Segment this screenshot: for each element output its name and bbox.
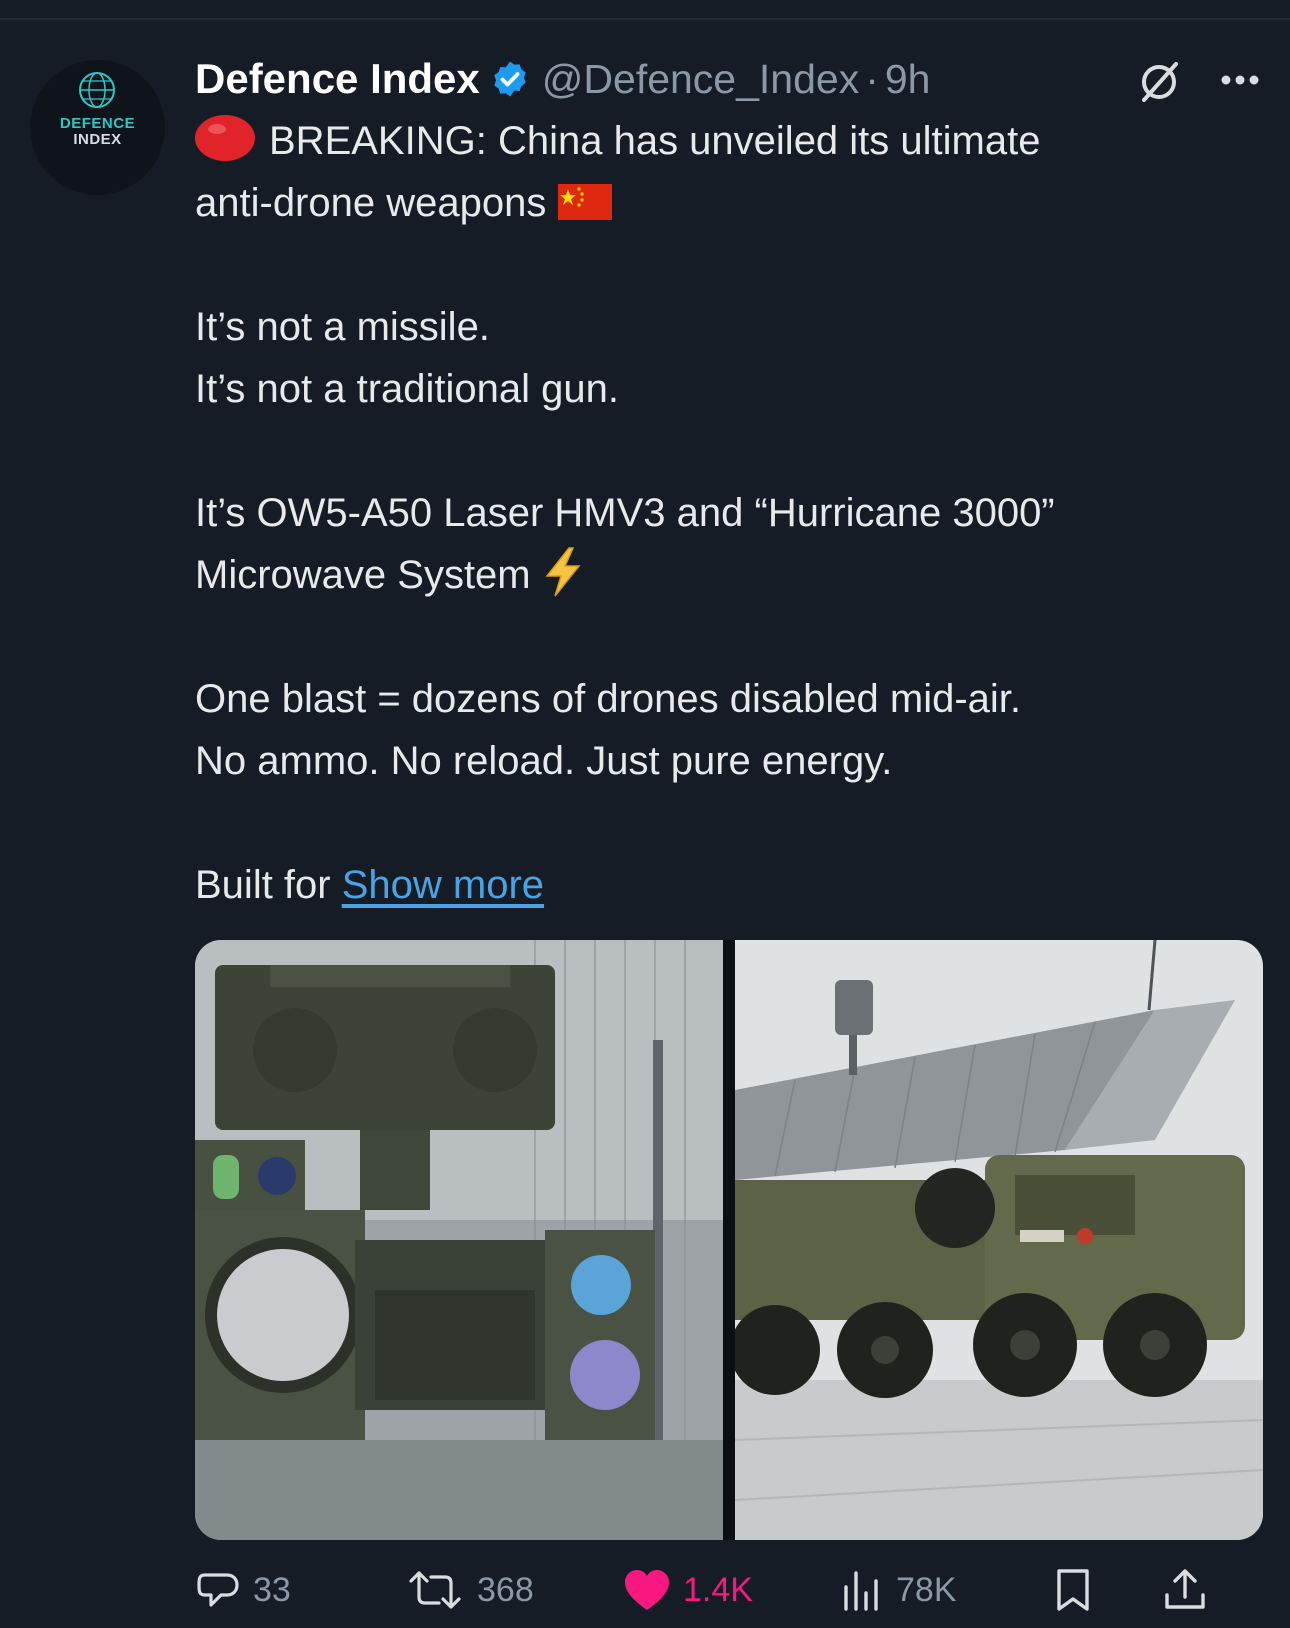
top-divider <box>0 18 1290 20</box>
post-timestamp[interactable]: 9h <box>885 56 931 103</box>
built-for-text: Built for <box>195 863 331 907</box>
views-chart-icon <box>844 1571 878 1611</box>
reply-button[interactable]: 33 <box>195 1560 291 1620</box>
verified-badge-icon <box>494 61 526 97</box>
views-button[interactable]: 78K <box>840 1560 957 1620</box>
show-more-link[interactable]: Show more <box>342 863 544 907</box>
share-icon <box>1165 1569 1205 1609</box>
bookmark-button[interactable] <box>1053 1560 1105 1620</box>
avatar[interactable]: DEFENCE INDEX <box>30 60 165 195</box>
reply-icon <box>197 1573 239 1607</box>
tweet-header: Defence Index @Defence_Index · 9h <box>195 50 930 108</box>
media-grid <box>195 940 1263 1540</box>
action-bar: 33 368 1.4K 78K <box>195 1560 1270 1620</box>
text-line-4: It’s not a traditional gun. <box>195 367 619 411</box>
views-count: 78K <box>896 1570 957 1609</box>
author-handle[interactable]: @Defence_Index <box>542 56 859 103</box>
repost-count: 368 <box>477 1570 534 1609</box>
like-button[interactable]: 1.4K <box>623 1560 753 1620</box>
breaking-line: BREAKING: China has unveiled its ultimat… <box>269 119 1041 163</box>
microwave-line: Microwave System <box>195 553 531 597</box>
post-text: BREAKING: China has unveiled its ultimat… <box>195 110 1265 916</box>
high-voltage-emoji-icon <box>545 547 581 597</box>
like-count: 1.4K <box>683 1570 753 1609</box>
text-line-9: Built for Show more <box>195 854 1265 916</box>
red-circle-emoji-icon <box>195 115 255 161</box>
heart-icon <box>625 1570 669 1610</box>
china-flag-emoji-icon <box>558 184 613 220</box>
more-options-icon[interactable] <box>1215 60 1265 100</box>
meta-separator: · <box>865 55 879 102</box>
avatar-logo-text-1: DEFENCE <box>59 115 136 132</box>
text-line-1: BREAKING: China has unveiled its ultimat… <box>195 110 1265 172</box>
author-name[interactable]: Defence Index <box>195 55 480 103</box>
text-line-6: Microwave System <box>195 544 1265 606</box>
laser-turret-photo[interactable] <box>195 940 723 1540</box>
reply-count: 33 <box>253 1570 291 1609</box>
text-line-2: anti-drone weapons <box>195 172 1265 234</box>
text-line-3: It’s not a missile. <box>195 305 490 349</box>
bookmark-icon <box>1057 1569 1089 1611</box>
microwave-truck-photo[interactable] <box>735 940 1263 1540</box>
share-button[interactable] <box>1163 1560 1219 1620</box>
anti-drone-line: anti-drone weapons <box>195 181 547 225</box>
repost-button[interactable]: 368 <box>405 1560 534 1620</box>
grok-icon[interactable] <box>1136 58 1182 104</box>
text-line-8: No ammo. No reload. Just pure energy. <box>195 739 893 783</box>
text-line-7: One blast = dozens of drones disabled mi… <box>195 677 1022 721</box>
text-line-5: It’s OW5-A50 Laser HMV3 and “Hurricane 3… <box>195 491 1055 535</box>
avatar-logo-text-2: INDEX <box>73 131 122 148</box>
repost-icon <box>409 1571 461 1609</box>
